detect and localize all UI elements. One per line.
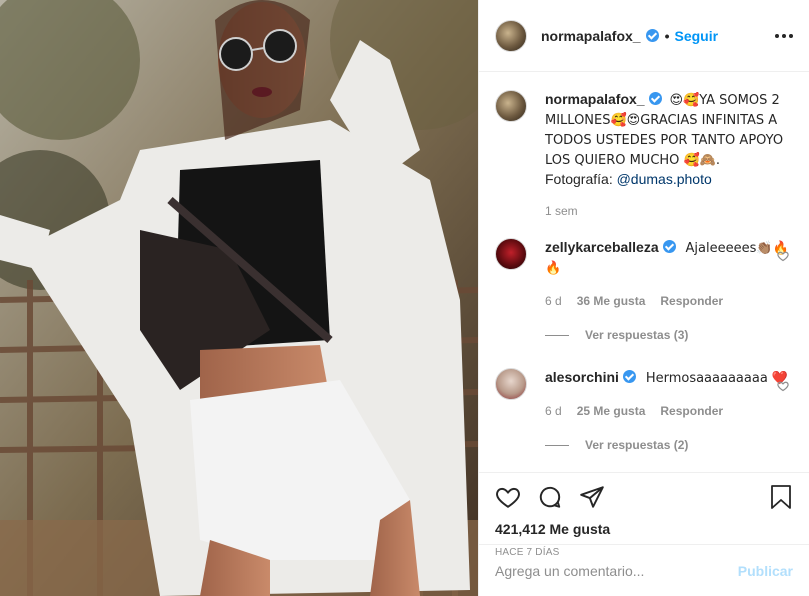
caption-avatar[interactable] <box>495 90 527 122</box>
photo-illustration <box>0 0 478 596</box>
verified-badge-icon <box>662 240 676 253</box>
bookmark-save-icon[interactable] <box>769 484 793 510</box>
comment-item: zellykarceballeza Ajaleeeees👏🏽🔥🔥 6 d 36 … <box>495 238 793 310</box>
comment-input[interactable] <box>495 562 738 579</box>
commenter-username[interactable]: alesorchini <box>545 369 619 385</box>
caption: normapalafox_ 😍🥰YA SOMOS 2 MILLONES🥰😍GRA… <box>495 90 793 220</box>
caption-meta: 1 sem <box>545 202 793 220</box>
comments-list[interactable]: normapalafox_ 😍🥰YA SOMOS 2 MILLONES🥰😍GRA… <box>479 72 809 472</box>
comment-time[interactable]: 6 d <box>545 402 562 420</box>
verified-badge-icon <box>622 370 636 383</box>
caption-photo-credit-prefix: Fotografía: <box>545 171 617 187</box>
comment-time[interactable]: 6 d <box>545 292 562 310</box>
share-send-icon[interactable] <box>579 484 605 510</box>
comment-meta: 6 d 36 Me gusta Responder <box>545 292 793 310</box>
verified-badge-icon <box>645 29 659 42</box>
caption-photo-link[interactable]: @dumas.photo <box>617 171 712 187</box>
author-avatar[interactable] <box>495 19 527 52</box>
action-bar <box>495 483 793 511</box>
replies-line-divider <box>545 334 569 336</box>
comment-like-heart-icon[interactable] <box>777 250 789 262</box>
comment-item: alesorchini Hermosaaaaaaaaa ❤️ 6 d 25 Me… <box>495 368 793 420</box>
comment-composer: Publicar <box>479 544 809 596</box>
author-username[interactable]: normapalafox_ <box>541 28 641 44</box>
post-header: normapalafox_ • Seguir <box>479 0 809 72</box>
post-side-panel: normapalafox_ • Seguir normapalafox_ 😍🥰Y… <box>478 0 809 596</box>
view-replies-label: Ver respuestas (3) <box>585 328 689 342</box>
likes-count[interactable]: 421,412 Me gusta <box>495 521 793 537</box>
commenter-avatar[interactable] <box>495 368 527 400</box>
post-photo[interactable] <box>0 0 478 596</box>
publish-button[interactable]: Publicar <box>738 563 793 579</box>
verified-badge-icon <box>648 92 662 105</box>
comment-bubble-icon[interactable] <box>537 484 563 510</box>
comment-likes[interactable]: 25 Me gusta <box>577 402 646 420</box>
view-replies-button[interactable]: Ver respuestas (2) <box>545 438 793 452</box>
commenter-username[interactable]: zellykarceballeza <box>545 239 659 255</box>
comment-reply-button[interactable]: Responder <box>660 292 723 310</box>
comment-likes[interactable]: 36 Me gusta <box>577 292 646 310</box>
caption-time[interactable]: 1 sem <box>545 202 578 220</box>
like-heart-icon[interactable] <box>495 484 521 510</box>
caption-username[interactable]: normapalafox_ <box>545 91 645 107</box>
comment-text: Hermosaaaaaaaaa ❤️ <box>645 371 789 386</box>
comment-reply-button[interactable]: Responder <box>660 402 723 420</box>
commenter-avatar[interactable] <box>495 238 527 270</box>
comment-body: zellykarceballeza Ajaleeeees👏🏽🔥🔥 6 d 36 … <box>545 238 793 310</box>
replies-line-divider <box>545 444 569 446</box>
view-replies-label: Ver respuestas (2) <box>585 438 689 452</box>
comment-meta: 6 d 25 Me gusta Responder <box>545 402 793 420</box>
comment-like-heart-icon[interactable] <box>777 380 789 392</box>
more-options-icon[interactable] <box>775 33 793 38</box>
post-viewer: normapalafox_ • Seguir normapalafox_ 😍🥰Y… <box>0 0 809 596</box>
follow-button[interactable]: Seguir <box>675 28 719 44</box>
header-separator: • <box>664 27 670 44</box>
comment-body: alesorchini Hermosaaaaaaaaa ❤️ 6 d 25 Me… <box>545 368 793 420</box>
view-replies-button[interactable]: Ver respuestas (3) <box>545 328 793 342</box>
caption-body: normapalafox_ 😍🥰YA SOMOS 2 MILLONES🥰😍GRA… <box>545 90 793 220</box>
